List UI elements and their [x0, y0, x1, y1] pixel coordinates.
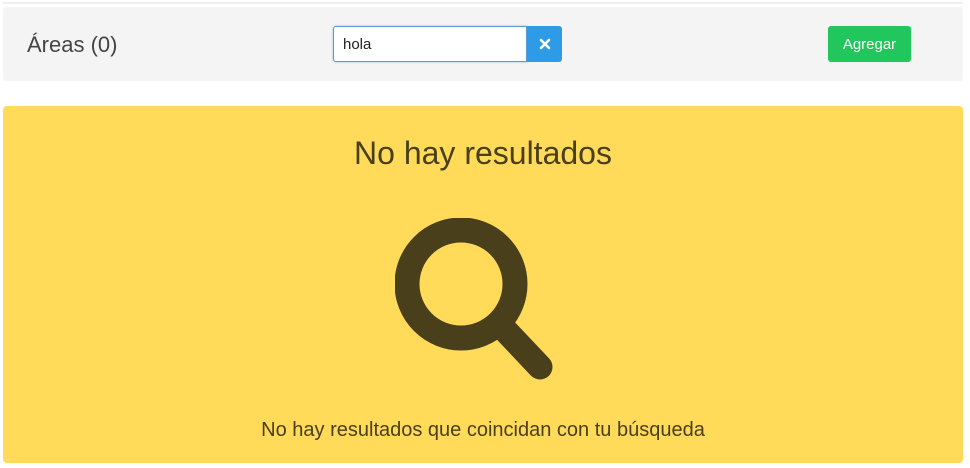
empty-title: No hay resultados	[354, 135, 612, 171]
clear-search-button[interactable]	[527, 26, 562, 62]
empty-results-panel: No hay resultados No hay resultados que …	[3, 106, 963, 463]
toolbar: Áreas (0) Agregar	[3, 7, 963, 81]
top-divider	[3, 2, 963, 4]
search-input[interactable]	[333, 26, 527, 62]
empty-message: No hay resultados que coincidan con tu b…	[261, 419, 705, 441]
close-icon	[539, 38, 550, 50]
page-title: Áreas (0)	[27, 32, 118, 57]
add-button[interactable]: Agregar	[828, 26, 911, 62]
search-icon	[395, 218, 553, 380]
